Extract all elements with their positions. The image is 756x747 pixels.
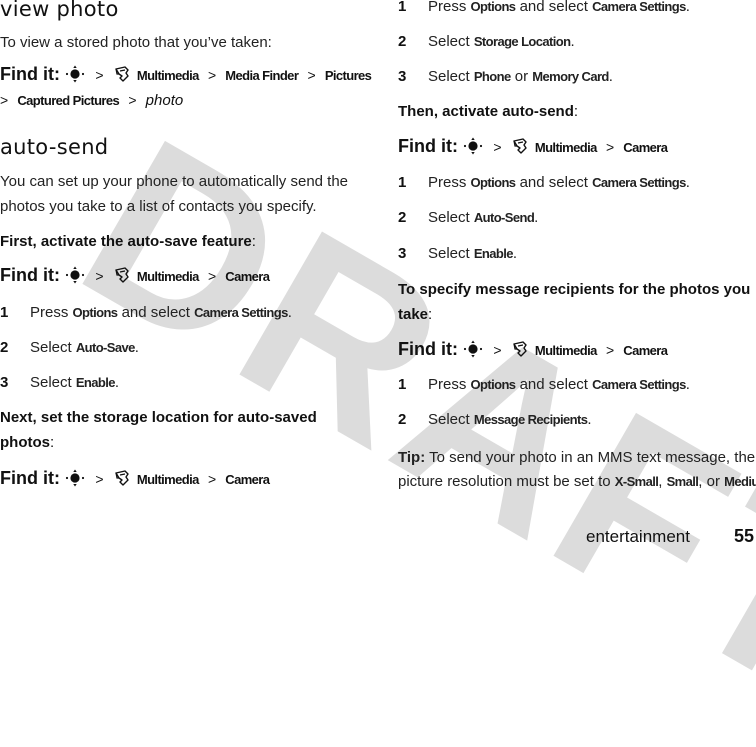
- auto-send-intro-line1: You can set up your phone to automatical…: [0, 173, 349, 190]
- option-medium[interactable]: Medium: [724, 469, 756, 494]
- auto-send-intro-line2: photos you take to a list of contacts yo…: [0, 198, 317, 215]
- menu-options[interactable]: Options: [471, 175, 517, 190]
- nav-key-icon: [64, 469, 86, 487]
- menu-camera-settings[interactable]: Camera Settings: [592, 175, 686, 190]
- step-item: 1 Press Options and select Camera Setting…: [398, 376, 690, 393]
- next-lead-line2: photos:: [0, 434, 55, 451]
- footer-section-label: entertainment: [586, 527, 690, 546]
- step-item: 2 Select Auto-Send.: [398, 209, 539, 226]
- menu-options[interactable]: Options: [73, 305, 119, 320]
- view-photo-intro: To view a stored photo that you’ve taken…: [0, 34, 272, 51]
- tip-line1: Tip: To send your photo in an MMS text m…: [398, 449, 756, 466]
- multimedia-icon: [113, 266, 131, 284]
- step-item: 3 Select Enable.: [0, 374, 120, 391]
- menu-camera[interactable]: Camera: [225, 472, 270, 487]
- menu-camera-settings[interactable]: Camera Settings: [194, 305, 288, 320]
- find-it-auto-save: Find it: > Multimedia > Camera: [0, 265, 270, 285]
- menu-camera[interactable]: Camera: [623, 343, 668, 358]
- option-small[interactable]: Small: [667, 469, 699, 494]
- menu-enable[interactable]: Enable: [76, 375, 116, 390]
- menu-photo: photo: [145, 92, 184, 109]
- option-x-small[interactable]: X-Small: [615, 469, 659, 494]
- find-it-label: Find it:: [0, 265, 60, 285]
- nav-key-icon: [64, 65, 86, 83]
- nav-key-icon: [462, 340, 484, 358]
- page-number: 55: [734, 526, 755, 546]
- menu-media-finder[interactable]: Media Finder: [225, 68, 299, 83]
- menu-multimedia[interactable]: Multimedia: [535, 140, 598, 155]
- find-it-auto-send: Find it: > Multimedia > Camera: [398, 136, 668, 156]
- step-item: 3 Select Enable.: [398, 245, 518, 262]
- multimedia-icon: [511, 340, 529, 358]
- menu-message-recipients[interactable]: Message Recipients: [474, 412, 588, 427]
- menu-phone[interactable]: Phone: [474, 69, 511, 84]
- menu-multimedia[interactable]: Multimedia: [137, 269, 200, 284]
- step-item: 2 Select Storage Location.: [398, 33, 575, 50]
- step-item: 1 Press Options and select Camera Setting…: [398, 174, 690, 191]
- menu-options[interactable]: Options: [471, 377, 517, 392]
- menu-options[interactable]: Options: [471, 0, 517, 14]
- menu-auto-send[interactable]: Auto-Send: [474, 210, 535, 225]
- multimedia-icon: [113, 65, 131, 83]
- menu-enable[interactable]: Enable: [474, 246, 514, 261]
- step-item: 2 Select Auto-Save.: [0, 339, 139, 356]
- menu-camera-settings[interactable]: Camera Settings: [592, 377, 686, 392]
- then-lead: Then, activate auto-send:: [398, 103, 579, 120]
- menu-captured-pictures[interactable]: Captured Pictures: [17, 93, 119, 108]
- menu-camera[interactable]: Camera: [225, 269, 270, 284]
- section-heading-view-photo: view photo: [0, 0, 119, 21]
- menu-camera[interactable]: Camera: [623, 140, 668, 155]
- first-lead: First, activate the auto-save feature:: [0, 233, 256, 250]
- tip-label: Tip:: [398, 449, 426, 466]
- multimedia-icon: [511, 137, 529, 155]
- menu-memory-card[interactable]: Memory Card: [532, 69, 609, 84]
- next-lead-line1: Next, set the storage location for auto-…: [0, 409, 317, 426]
- find-it-label: Find it:: [0, 468, 60, 488]
- find-it-recipients: Find it: > Multimedia > Camera: [398, 339, 668, 359]
- find-it-storage: Find it: > Multimedia > Camera: [0, 468, 270, 488]
- menu-multimedia[interactable]: Multimedia: [137, 68, 200, 83]
- menu-multimedia[interactable]: Multimedia: [535, 343, 598, 358]
- menu-pictures[interactable]: Pictures: [325, 68, 372, 83]
- menu-storage-location[interactable]: Storage Location: [474, 34, 571, 49]
- nav-key-icon: [64, 266, 86, 284]
- step-item: 3 Select Phone or Memory Card.: [398, 68, 613, 85]
- tip-line2: picture resolution must be set to X-Smal…: [398, 469, 756, 494]
- find-it-view-photo: Find it: > Multimedia > Media Finder > P…: [0, 64, 372, 84]
- step-item: 1 Press Options and select Camera Setting…: [398, 0, 690, 15]
- menu-camera-settings[interactable]: Camera Settings: [592, 0, 686, 14]
- find-it-label: Find it:: [0, 64, 60, 84]
- multimedia-icon: [113, 469, 131, 487]
- section-heading-auto-send: auto-send: [0, 135, 109, 159]
- step-item: 2 Select Message Recipients.: [398, 411, 592, 428]
- recipients-lead-line2: take:: [398, 306, 433, 323]
- menu-multimedia[interactable]: Multimedia: [137, 472, 200, 487]
- find-it-view-photo-cont: > Captured Pictures > photo: [0, 92, 184, 109]
- find-it-label: Find it:: [398, 136, 458, 156]
- recipients-lead-line1: To specify message recipients for the ph…: [398, 281, 751, 298]
- step-item: 1 Press Options and select Camera Setting…: [0, 304, 292, 321]
- find-it-label: Find it:: [398, 339, 458, 359]
- menu-auto-save[interactable]: Auto-Save: [76, 340, 135, 355]
- nav-key-icon: [462, 137, 484, 155]
